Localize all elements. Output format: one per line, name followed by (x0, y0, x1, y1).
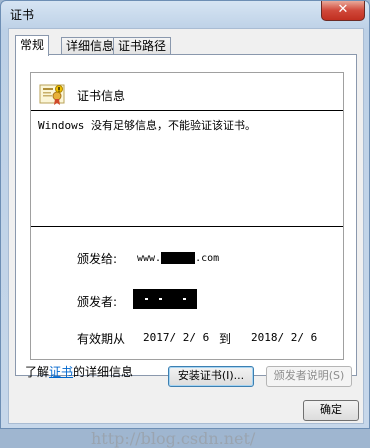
issued-to-prefix: www. (137, 253, 162, 264)
issued-to-value: www. .com (137, 252, 219, 264)
issued-to-redaction (161, 252, 196, 264)
close-button[interactable]: ✕ (321, 1, 365, 21)
validation-warning: Windows 没有足够信息，不能验证该证书。 (38, 119, 256, 132)
issued-by-label: 颁发者: (77, 295, 118, 309)
tab-details[interactable]: 详细信息 (61, 37, 120, 55)
valid-from-date: 2017/ 2/ 6 (143, 331, 210, 344)
issuer-statement-button[interactable]: 颁发者说明(S) (266, 366, 352, 387)
validity-label: 有效期从 (77, 332, 126, 346)
dialog-body: 常规 详细信息 证书路径 证书信息 Windows 没有足够信息，不能验证该证书… (8, 28, 364, 448)
general-tab-panel: 证书信息 Windows 没有足够信息，不能验证该证书。 颁发给: www. .c… (15, 54, 357, 387)
issued-to-suffix: .com (195, 253, 220, 264)
tab-general[interactable]: 常规 (15, 35, 50, 56)
close-icon: ✕ (337, 2, 349, 17)
ok-button[interactable]: 确定 (303, 400, 359, 421)
details-divider (31, 226, 343, 227)
issued-to-label: 颁发给: (77, 252, 118, 266)
learn-suffix: 的详细信息 (73, 365, 134, 379)
install-certificate-button[interactable]: 安装证书(I)... (168, 366, 254, 387)
learn-prefix: 了解 (25, 365, 50, 379)
validity-to-label: 到 (219, 332, 232, 346)
title-bar[interactable]: 证书 ✕ (1, 1, 369, 25)
certificate-dialog: 证书 ✕ 常规 详细信息 证书路径 证书信息 Windows 没有足够信息，不能… (0, 0, 370, 448)
heading-divider (31, 110, 343, 111)
valid-to-date: 2018/ 2/ 6 (251, 331, 318, 344)
certificate-info-heading: 证书信息 (77, 89, 126, 103)
certificate-link[interactable]: 证书 (49, 365, 73, 379)
learn-more-text: 了解证书的详细信息 (25, 363, 133, 380)
window-title: 证书 (10, 8, 35, 22)
certificate-icon (39, 84, 65, 105)
blog-watermark: http://blog.csdn.net/ (91, 429, 256, 448)
tab-certification-path[interactable]: 证书路径 (113, 37, 172, 55)
certificate-info-box: 证书信息 Windows 没有足够信息，不能验证该证书。 颁发给: www. .c… (30, 72, 344, 360)
issued-by-redaction (133, 289, 197, 309)
